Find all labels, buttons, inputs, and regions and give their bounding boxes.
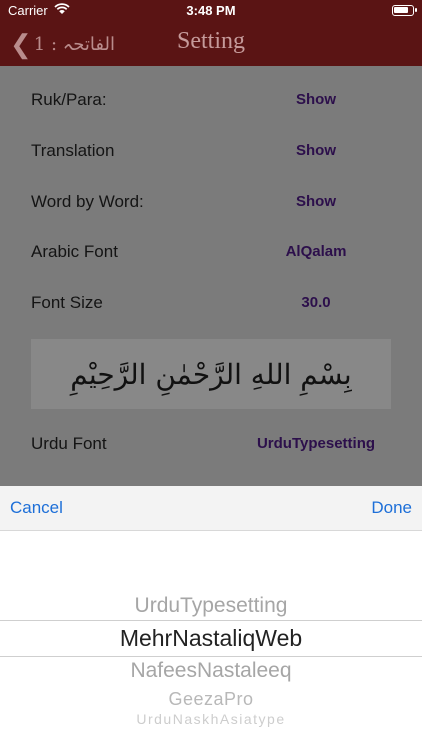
navigation-bar: ❮ الفاتحہ : 1 Setting xyxy=(0,22,422,66)
status-bar: Carrier 3:48 PM xyxy=(0,0,422,22)
status-time: 3:48 PM xyxy=(186,3,236,18)
setting-label: Font Size xyxy=(31,293,103,312)
setting-row-ruk-para: Ruk/Para: Show xyxy=(31,86,391,116)
battery-icon xyxy=(392,5,417,16)
settings-list: Ruk/Para: Show Translation Show Word by … xyxy=(0,66,422,486)
setting-label: Arabic Font xyxy=(31,242,118,261)
picker-option[interactable]: NafeesNastaleeq xyxy=(0,659,422,683)
setting-label: Translation xyxy=(31,141,115,160)
picker-option[interactable]: GeezaPro xyxy=(0,689,422,710)
setting-row-translation: Translation Show xyxy=(31,137,391,167)
setting-row-urdu-font: Urdu Font UrduTypesetting xyxy=(31,430,391,460)
setting-value-button[interactable]: 30.0 xyxy=(241,294,391,311)
font-picker: Cancel Done UrduTypesetting MehrNastaliq… xyxy=(0,486,422,750)
page-title: Setting xyxy=(176,28,245,54)
setting-label: Word by Word: xyxy=(31,192,144,211)
setting-label: Urdu Font xyxy=(31,434,107,453)
setting-value-button[interactable]: Show xyxy=(241,142,391,159)
picker-option[interactable]: UrduTypesetting xyxy=(0,594,422,618)
picker-option-selected[interactable]: MehrNastaliqWeb xyxy=(0,625,422,652)
picker-option[interactable]: UrduNaskhAsiatype xyxy=(0,711,422,727)
preview-text: بِسْمِ اللهِ الرَّحْمٰنِ الرَّحِيْمِ xyxy=(70,357,352,391)
cancel-button[interactable]: Cancel xyxy=(10,498,63,518)
font-preview: بِسْمِ اللهِ الرَّحْمٰنِ الرَّحِيْمِ xyxy=(31,339,391,409)
settings-screen: Carrier 3:48 PM ❮ الفاتحہ : 1 Setting Ru… xyxy=(0,0,422,750)
picker-toolbar: Cancel Done xyxy=(0,486,422,531)
setting-value-button[interactable]: Show xyxy=(241,91,391,108)
setting-row-font-size: Font Size 30.0 xyxy=(31,289,391,319)
setting-value-button[interactable]: UrduTypesetting xyxy=(241,435,391,452)
setting-value-button[interactable]: Show xyxy=(241,193,391,210)
setting-label: Ruk/Para: xyxy=(31,90,107,109)
setting-row-word-by-word: Word by Word: Show xyxy=(31,188,391,218)
setting-row-arabic-font: Arabic Font AlQalam xyxy=(31,238,391,268)
setting-value-button[interactable]: AlQalam xyxy=(241,243,391,260)
done-button[interactable]: Done xyxy=(371,498,412,518)
battery-fill xyxy=(394,7,408,13)
picker-wheel[interactable]: UrduTypesetting MehrNastaliqWeb NafeesNa… xyxy=(0,530,422,750)
